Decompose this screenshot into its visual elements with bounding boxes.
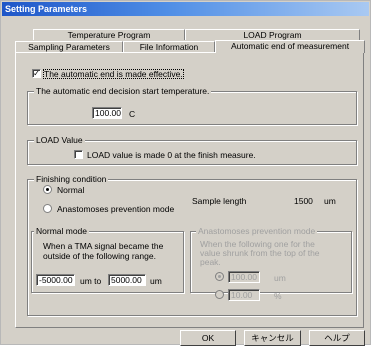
radio-anastomoses[interactable] bbox=[43, 204, 52, 213]
radio-normal-label: Normal bbox=[57, 185, 85, 195]
cancel-button[interactable]: キャンセル bbox=[244, 330, 301, 346]
tab-automatic-end[interactable]: Automatic end of measurement bbox=[215, 40, 365, 53]
range-from-input[interactable]: -5000.00 bbox=[36, 274, 75, 286]
range-to-input[interactable]: 5000.00 bbox=[108, 274, 146, 286]
start-temp-group bbox=[27, 91, 357, 125]
start-temp-legend: The automatic end decision start tempera… bbox=[34, 86, 212, 96]
shrink-um-unit: um bbox=[274, 273, 286, 283]
range-unit: um bbox=[150, 276, 162, 286]
shrink-um-input[interactable]: 100.00 bbox=[228, 271, 260, 283]
radio-shrink-percent[interactable] bbox=[215, 290, 224, 299]
shrink-percent-unit: % bbox=[274, 291, 282, 301]
auto-end-label[interactable]: The automatic end is made effective. bbox=[43, 69, 184, 79]
load-zero-label: LOAD value is made 0 at the finish measu… bbox=[87, 150, 256, 160]
sample-length-label: Sample length bbox=[192, 196, 247, 206]
load-zero-checkbox[interactable] bbox=[74, 150, 83, 159]
tab-file-information[interactable]: File Information bbox=[123, 41, 215, 52]
ok-button[interactable]: OK bbox=[180, 330, 236, 346]
setting-parameters-window: Setting Parameters Temperature Program L… bbox=[0, 0, 371, 346]
help-button[interactable]: ヘルプ bbox=[309, 330, 365, 346]
tab-sampling-parameters[interactable]: Sampling Parameters bbox=[15, 41, 123, 52]
radio-normal[interactable] bbox=[43, 185, 52, 194]
start-temp-unit: C bbox=[129, 109, 136, 119]
load-value-legend: LOAD Value bbox=[34, 135, 85, 145]
normal-mode-legend: Normal mode bbox=[34, 226, 90, 236]
anastomoses-desc-3: peak. bbox=[200, 257, 221, 267]
radio-shrink-um[interactable] bbox=[215, 272, 224, 281]
anastomoses-mode-legend: Anastomoses prevention mode bbox=[196, 226, 318, 236]
normal-mode-desc-1: When a TMA signal became the bbox=[43, 241, 164, 251]
finishing-condition-legend: Finishing condition bbox=[34, 174, 109, 184]
auto-end-checkbox[interactable]: ✓ bbox=[32, 69, 41, 78]
sample-length-unit: um bbox=[324, 196, 336, 206]
sample-length-value: 1500 bbox=[294, 196, 313, 206]
tab-temperature-program[interactable]: Temperature Program bbox=[33, 29, 185, 40]
start-temp-input[interactable]: 100.00 bbox=[92, 107, 122, 119]
tab-load-program[interactable]: LOAD Program bbox=[185, 29, 360, 40]
window-title: Setting Parameters bbox=[2, 2, 369, 16]
radio-anastomoses-label: Anastomoses prevention mode bbox=[57, 204, 175, 214]
range-to-label: um to bbox=[80, 276, 102, 286]
shrink-percent-input[interactable]: 10.00 bbox=[228, 289, 260, 301]
normal-mode-desc-2: outside of the following range. bbox=[43, 251, 156, 261]
